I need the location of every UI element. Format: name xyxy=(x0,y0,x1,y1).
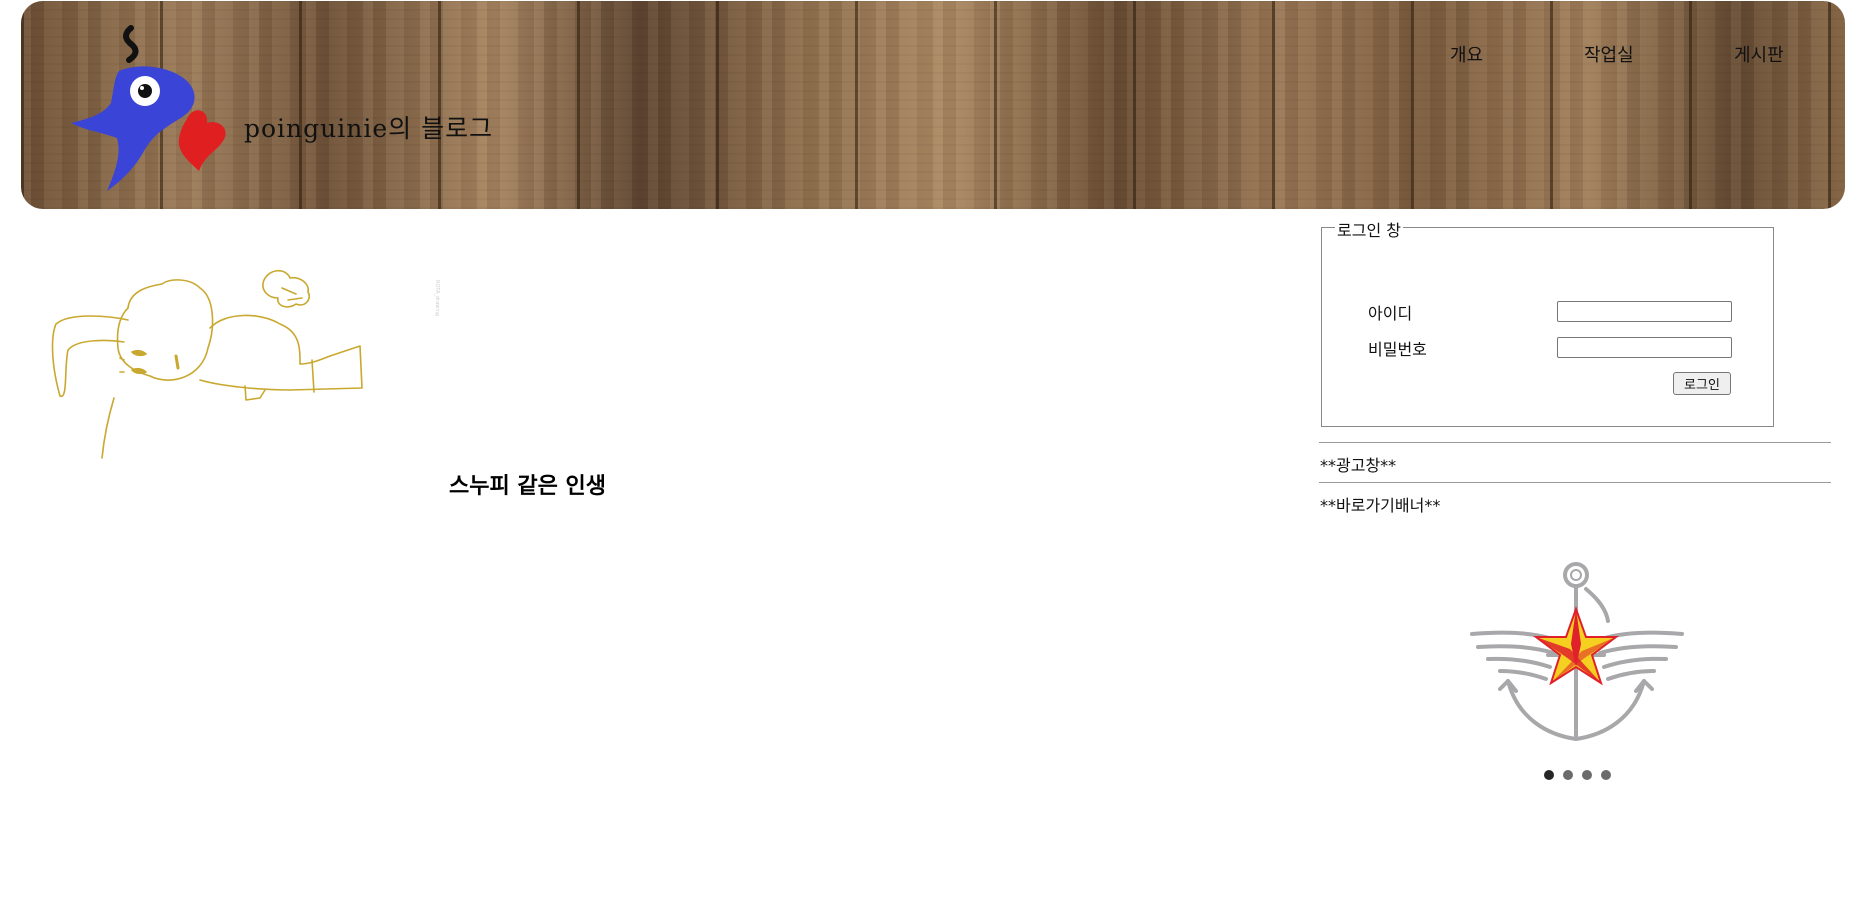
login-box: 로그인 창 아이디 비밀번호 로그인 xyxy=(1321,217,1774,427)
password-label: 비밀번호 xyxy=(1368,340,1427,359)
carousel-dot-3[interactable] xyxy=(1582,770,1592,780)
carousel-dot-1[interactable] xyxy=(1544,770,1554,780)
header-banner: poinguinie의 블로그 개요 작업실 게시판 xyxy=(21,1,1845,209)
login-box-legend: 로그인 창 xyxy=(1335,217,1403,241)
shortcut-banner-label: **바로가기배너** xyxy=(1320,496,1441,515)
army-emblem-banner-image[interactable] xyxy=(1468,559,1686,745)
ad-section-label: **광고창** xyxy=(1320,456,1397,475)
id-label: 아이디 xyxy=(1368,304,1413,323)
nav-item-overview[interactable]: 개요 xyxy=(1450,41,1483,67)
nav-item-workroom[interactable]: 작업실 xyxy=(1584,41,1634,67)
carousel-dot-4[interactable] xyxy=(1601,770,1611,780)
nav-item-board[interactable]: 게시판 xyxy=(1734,41,1784,67)
password-input[interactable] xyxy=(1557,337,1732,358)
divider xyxy=(1319,442,1831,443)
divider xyxy=(1319,482,1831,483)
carousel-dot-2[interactable] xyxy=(1563,770,1573,780)
login-button[interactable]: 로그인 xyxy=(1673,372,1731,395)
svg-text:ROTA_drawing: ROTA_drawing xyxy=(434,280,440,316)
penguin-logo-icon[interactable] xyxy=(59,23,249,193)
snoopy-drawing-image: ROTA_drawing xyxy=(51,269,440,459)
blog-title[interactable]: poinguinie의 블로그 xyxy=(244,109,493,145)
id-input[interactable] xyxy=(1557,301,1732,322)
image-caption: 스누피 같은 인생 xyxy=(449,474,606,499)
